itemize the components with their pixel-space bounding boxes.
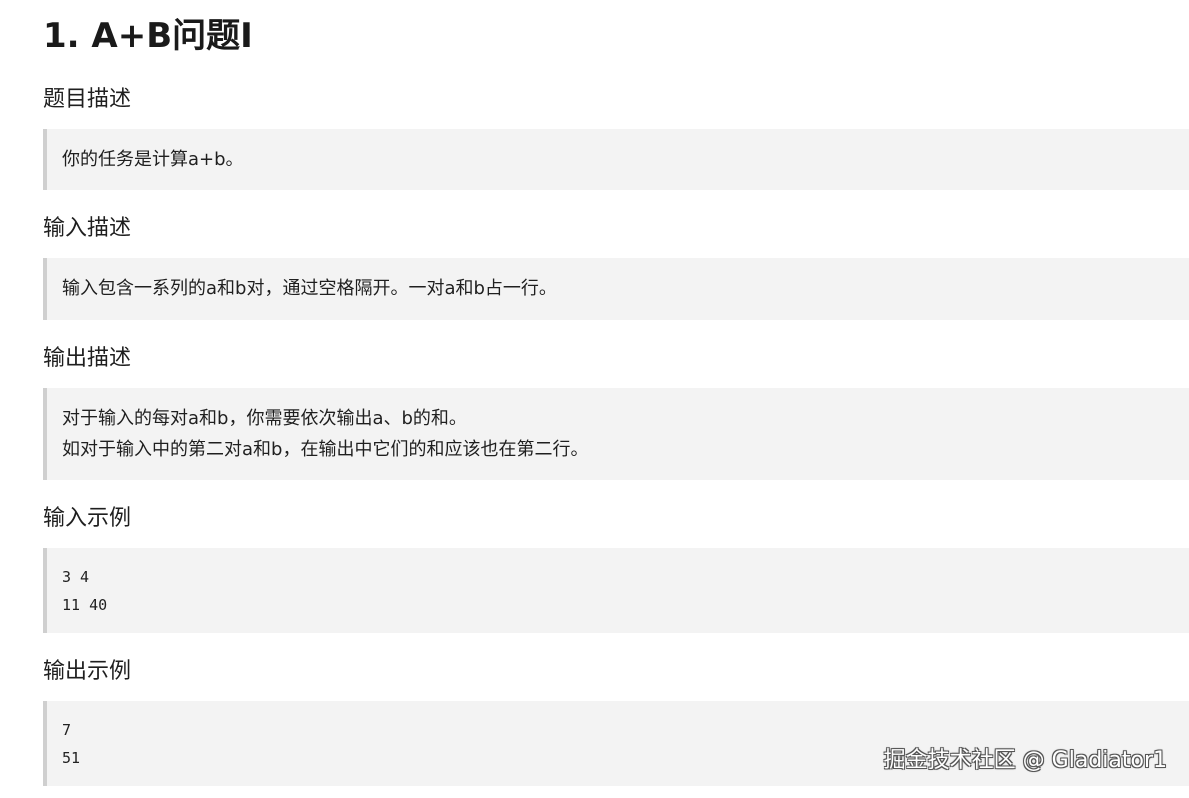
section-heading-input-example: 输入示例 [43, 506, 132, 531]
section-heading-description: 题目描述 [43, 87, 132, 112]
output-description-line-2: 如对于输入中的第二对a和b，在输出中它们的和应该也在第二行。 [62, 439, 589, 460]
section-heading-output-example: 输出示例 [43, 659, 132, 684]
description-block: 你的任务是计算a+b。 [43, 129, 1189, 190]
description-text: 你的任务是计算a+b。 [62, 149, 244, 170]
input-description-block: 输入包含一系列的a和b对，通过空格隔开。一对a和b占一行。 [43, 258, 1189, 320]
output-example-line-1: 7 [62, 721, 72, 739]
output-description-line-1: 对于输入的每对a和b，你需要依次输出a、b的和。 [62, 408, 467, 429]
problem-title: 1. A+B问题I [43, 16, 253, 56]
section-heading-input: 输入描述 [43, 216, 132, 241]
section-heading-output: 输出描述 [43, 346, 132, 371]
input-example-line-2: 11 40 [62, 596, 108, 614]
watermark: 掘金技术社区 @ Gladiator1 [883, 748, 1167, 773]
output-description-block: 对于输入的每对a和b，你需要依次输出a、b的和。 如对于输入中的第二对a和b，在… [43, 388, 1189, 480]
input-description-text: 输入包含一系列的a和b对，通过空格隔开。一对a和b占一行。 [62, 278, 557, 299]
input-example-line-1: 3 4 [62, 568, 90, 586]
input-example-code: 3 4 11 40 [43, 548, 1189, 633]
